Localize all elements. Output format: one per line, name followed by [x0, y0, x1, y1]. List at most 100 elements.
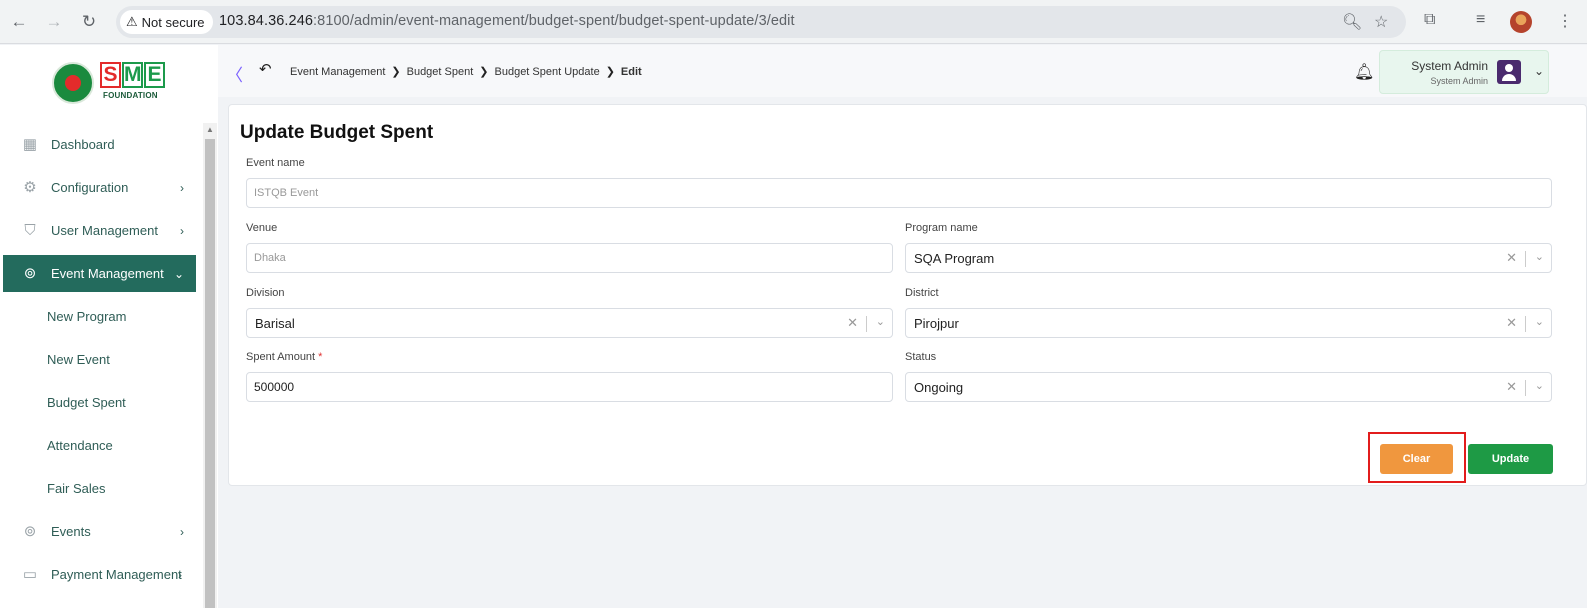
district-select[interactable]: Pirojpur ✕ ⌄ [905, 308, 1552, 338]
sidebar-subitem-attendance[interactable]: Attendance [3, 424, 196, 467]
select-divider [1525, 251, 1526, 267]
configuration-icon: ⚙ [23, 178, 37, 196]
user-role: System Admin [1430, 76, 1488, 86]
select-divider [1525, 380, 1526, 396]
spent-amount-field[interactable]: 500000 [246, 372, 893, 402]
chevron-right-icon: › [180, 223, 184, 238]
sidebar-item-label: Event Management [51, 266, 164, 281]
browser-toolbar: ← → ↻ ⚠ Not secure 103.84.36.246:8100/ad… [0, 0, 1587, 44]
url-path: :8100/admin/event-management/budget-spen… [313, 13, 795, 29]
user-shield-icon: ⛉ [24, 221, 36, 239]
media-icon[interactable]: ≡ [1476, 11, 1485, 29]
sidebar-item-label: Configuration [51, 180, 129, 195]
sidebar-item-configuration[interactable]: ⚙ Configuration › [3, 166, 196, 209]
update-button[interactable]: Update [1468, 444, 1553, 474]
sidebar-subitem-budget-spent[interactable]: Budget Spent [3, 381, 196, 424]
avatar [1497, 60, 1521, 84]
division-select[interactable]: Barisal ✕ ⌄ [246, 308, 893, 338]
district-value: Pirojpur [914, 316, 959, 331]
address-bar[interactable]: ⚠ Not secure 103.84.36.246:8100/admin/ev… [116, 6, 1406, 38]
chevron-down-icon[interactable]: ⌄ [876, 315, 885, 328]
user-menu[interactable]: System Admin System Admin ⌄ [1379, 50, 1549, 94]
profile-avatar[interactable] [1510, 11, 1532, 33]
event-name-field[interactable]: ISTQB Event [246, 178, 1552, 208]
bell-icon[interactable]: 🔔︎ [1354, 62, 1374, 82]
chevron-right-icon: ❯ [391, 66, 401, 78]
venue-label: Venue [246, 222, 278, 234]
required-mark: * [318, 351, 323, 363]
division-label: Division [246, 287, 285, 299]
chevron-down-icon[interactable]: ⌄ [1535, 250, 1544, 263]
chevron-down-icon[interactable]: ⌄ [1535, 315, 1544, 328]
warning-icon: ⚠ [126, 14, 138, 29]
lock-icon: ⊚ [23, 264, 37, 282]
venue-field[interactable]: Dhaka [246, 243, 893, 273]
update-budget-spent-card: Update Budget Spent Event name ISTQB Eve… [228, 104, 1587, 486]
scrollbar-thumb[interactable] [205, 139, 215, 608]
event-name-label: Event name [246, 157, 305, 169]
status-value: Ongoing [914, 380, 964, 395]
spent-amount-label: Spent Amount * [246, 351, 322, 363]
sidebar-item-events[interactable]: ⊚ Events › [3, 510, 196, 553]
scroll-up-arrow-icon[interactable]: ▲ [206, 125, 214, 134]
chevron-right-icon: › [180, 524, 184, 539]
breadcrumb-item[interactable]: Event Management [290, 66, 385, 78]
sidebar-scrollbar[interactable]: ▲ [203, 123, 217, 608]
breadcrumb: Event Management ❯ Budget Spent ❯ Budget… [290, 65, 642, 79]
clear-icon[interactable]: ✕ [1506, 315, 1517, 331]
star-icon[interactable]: ☆ [1374, 12, 1388, 32]
program-name-value: SQA Program [914, 251, 995, 266]
status-select[interactable]: Ongoing ✕ ⌄ [905, 372, 1552, 402]
chevron-down-icon[interactable]: ⌄ [1534, 64, 1544, 78]
sme-foundation-logo[interactable]: SME FOUNDATION [52, 58, 167, 106]
division-value: Barisal [255, 316, 295, 331]
payment-icon: ▭ [22, 565, 38, 583]
chevron-down-icon: ⌄ [173, 266, 184, 281]
sidebar-item-event-management[interactable]: ⊚ Event Management ⌄ [3, 255, 196, 292]
chevron-right-icon: › [178, 567, 182, 582]
url-text[interactable]: 103.84.36.246:8100/admin/event-managemen… [219, 13, 795, 29]
sidebar-subitem-new-program[interactable]: New Program [3, 295, 196, 338]
chevron-right-icon: › [180, 180, 184, 195]
more-menu-icon[interactable]: ⋮ [1557, 11, 1573, 31]
sidebar-item-label: Dashboard [51, 137, 115, 152]
sidebar: SME FOUNDATION ▦ Dashboard ⚙ Configurati… [0, 45, 218, 608]
sidebar-item-dashboard[interactable]: ▦ Dashboard [3, 123, 196, 166]
dashboard-icon: ▦ [22, 135, 38, 153]
breadcrumb-current: Edit [620, 65, 642, 78]
reload-icon[interactable]: ↻ [78, 11, 100, 33]
breadcrumb-item[interactable]: Budget Spent [407, 66, 474, 78]
chevron-right-icon: ❯ [605, 66, 615, 78]
clear-icon[interactable]: ✕ [1506, 250, 1517, 266]
program-name-label: Program name [905, 222, 978, 234]
zoom-icon[interactable]: 🔍︎ [1342, 12, 1362, 32]
back-arrow-icon[interactable]: ← [8, 11, 30, 33]
select-divider [866, 316, 867, 332]
logo-subtitle: FOUNDATION [103, 91, 158, 100]
program-name-select[interactable]: SQA Program ✕ ⌄ [905, 243, 1552, 273]
top-header: 〈 ↶ Event Management ❯ Budget Spent ❯ Bu… [218, 45, 1587, 97]
security-label: Not secure [141, 14, 205, 30]
forward-arrow-icon[interactable]: → [43, 11, 65, 33]
page-title: Update Budget Spent [240, 122, 434, 143]
collapse-sidebar-icon[interactable]: 〈 [226, 61, 243, 86]
back-icon[interactable]: ↶ [259, 60, 272, 78]
sidebar-item-label: Payment Management [51, 567, 182, 582]
clear-icon[interactable]: ✕ [1506, 379, 1517, 395]
clear-button[interactable]: Clear [1380, 444, 1453, 474]
user-name: System Admin [1411, 59, 1488, 73]
status-label: Status [905, 351, 937, 363]
security-chip[interactable]: ⚠ Not secure [120, 10, 213, 34]
clear-icon[interactable]: ✕ [847, 315, 858, 331]
breadcrumb-item[interactable]: Budget Spent Update [495, 66, 600, 78]
sidebar-item-label: User Management [51, 223, 158, 238]
sidebar-subitem-fair-sales[interactable]: Fair Sales [3, 467, 196, 510]
chevron-down-icon[interactable]: ⌄ [1535, 379, 1544, 392]
sidebar-item-user-management[interactable]: ⛉ User Management › [3, 209, 196, 252]
select-divider [1525, 316, 1526, 332]
sidebar-subitem-new-event[interactable]: New Event [3, 338, 196, 381]
district-label: District [905, 287, 939, 299]
extensions-icon[interactable]: ⧉ [1424, 11, 1435, 29]
logo-text: SME [100, 62, 166, 88]
sidebar-item-payment-management[interactable]: ▭ Payment Management › [3, 553, 196, 596]
